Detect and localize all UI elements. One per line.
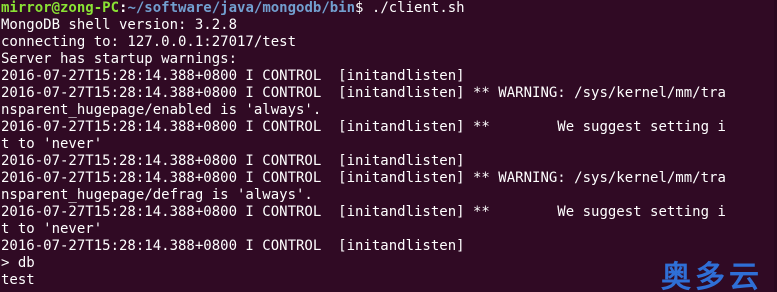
shell-version-line: MongoDB shell version: 3.2.8	[1, 17, 238, 33]
log-line: 2016-07-27T15:28:14.388+0800 I CONTROL […	[1, 119, 726, 135]
prompt-user-host: mirror@zong-PC	[1, 0, 120, 16]
log-line: 2016-07-27T15:28:14.388+0800 I CONTROL […	[1, 238, 474, 254]
log-line: 2016-07-27T15:28:14.388+0800 I CONTROL […	[1, 153, 474, 169]
prompt-command: ./client.sh	[363, 0, 465, 16]
log-line: 2016-07-27T15:28:14.388+0800 I CONTROL […	[1, 68, 474, 84]
log-line: 2016-07-27T15:28:14.388+0800 I CONTROL […	[1, 204, 726, 220]
terminal-window[interactable]: mirror@zong-PC:~/software/java/mongodb/b…	[0, 0, 777, 292]
connecting-line: connecting to: 127.0.0.1:27017/test	[1, 34, 297, 50]
log-line: 2016-07-27T15:28:14.388+0800 I CONTROL […	[1, 170, 726, 186]
log-line: nsparent_hugepage/defrag is 'always'.	[1, 187, 313, 203]
log-line: nsparent_hugepage/enabled is 'always'.	[1, 102, 322, 118]
log-line: 2016-07-27T15:28:14.388+0800 I CONTROL […	[1, 85, 726, 101]
startup-warnings-line: Server has startup warnings:	[1, 51, 246, 67]
prompt-path: ~/software/java/mongodb/bin	[127, 0, 356, 16]
log-line: t to 'never'	[1, 221, 103, 237]
command-prompt-line: mirror@zong-PC:~/software/java/mongodb/b…	[1, 0, 777, 17]
watermark-logo: 奥多云	[661, 260, 763, 292]
log-line: t to 'never'	[1, 136, 103, 152]
